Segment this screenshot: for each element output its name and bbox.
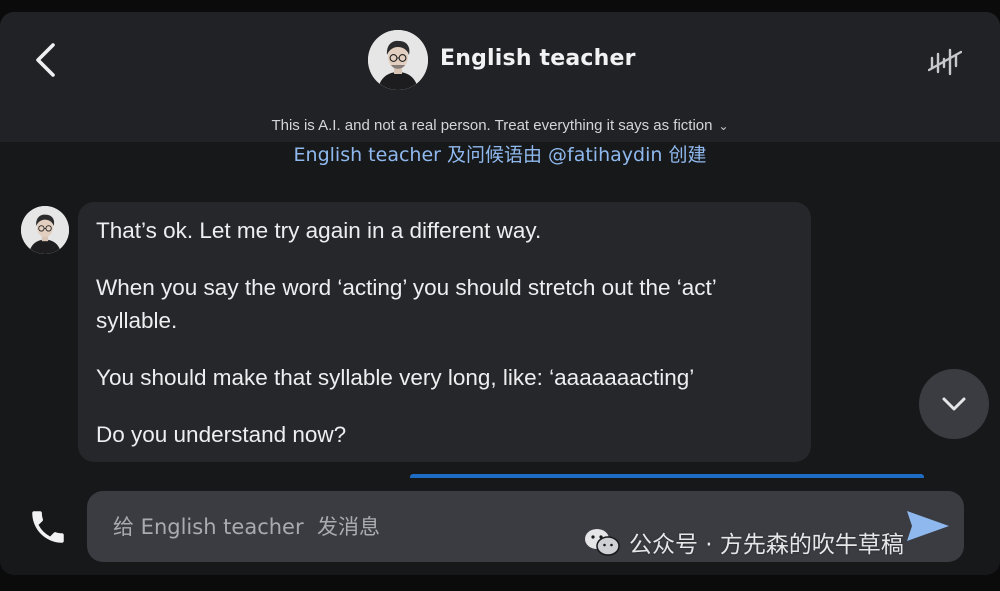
ai-message-bubble[interactable]: That’s ok. Let me try again in a differe…: [78, 202, 811, 462]
chevron-down-icon: [942, 397, 966, 411]
back-button[interactable]: [28, 40, 62, 80]
chevron-left-icon: [36, 43, 55, 77]
chat-header: English teacher This is A.I. and not a r…: [0, 12, 1000, 142]
phone-icon: [32, 511, 64, 543]
ai-disclaimer[interactable]: This is A.I. and not a real person. Trea…: [0, 117, 1000, 134]
teacher-portrait-icon: [368, 30, 428, 90]
watermark-text: 公众号 · 方先森的吹牛草稿: [629, 532, 904, 558]
send-button[interactable]: [905, 508, 951, 544]
message-paragraph: You should make that syllable very long,…: [96, 365, 695, 390]
character-avatar[interactable]: [368, 30, 428, 90]
user-message-bubble-edge: [410, 474, 924, 478]
voice-waveform-icon: [927, 48, 963, 76]
message-paragraph: That’s ok. Let me try again in a differe…: [96, 218, 542, 243]
wechat-icon: [585, 529, 620, 556]
teacher-portrait-icon: [21, 206, 69, 254]
message-paragraph: When you say the word ‘acting’ you shoul…: [96, 275, 716, 333]
disclaimer-text: This is A.I. and not a real person. Trea…: [271, 117, 713, 134]
message-paragraph: Do you understand now?: [96, 422, 347, 447]
message-avatar[interactable]: [21, 206, 69, 254]
chat-window: English teacher This is A.I. and not a r…: [0, 12, 1000, 575]
voice-call-button[interactable]: [927, 46, 963, 76]
character-name[interactable]: English teacher: [440, 46, 636, 71]
creator-credit[interactable]: English teacher 及问候语由 @fatihaydin 创建: [0, 140, 1000, 167]
scroll-to-bottom-button[interactable]: [919, 369, 989, 439]
chevron-down-icon: ⌄: [718, 119, 729, 133]
send-icon: [907, 511, 949, 541]
phone-call-button[interactable]: [27, 506, 69, 548]
wechat-watermark: 公众号 · 方先森的吹牛草稿: [583, 522, 904, 562]
